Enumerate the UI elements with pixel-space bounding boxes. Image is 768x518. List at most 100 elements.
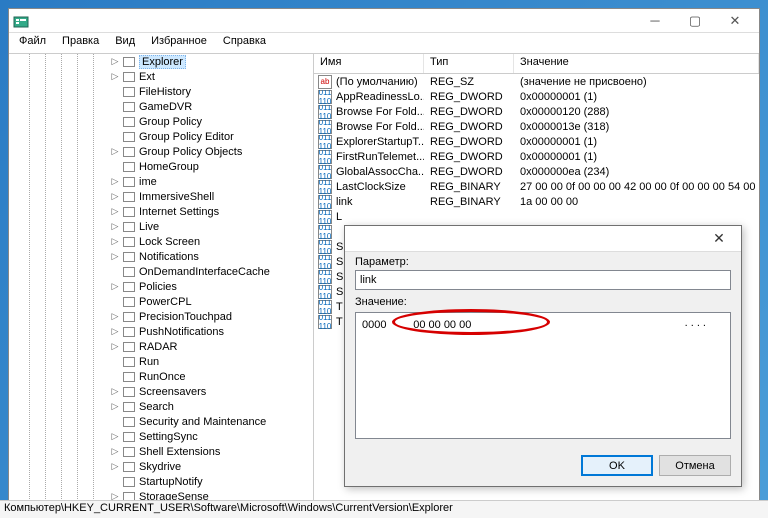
col-header-type[interactable]: Тип <box>424 54 514 73</box>
tree-item-label: Notifications <box>139 251 199 263</box>
list-row[interactable]: 011110AppReadinessLo...REG_DWORD0x000000… <box>314 89 759 104</box>
tree-item[interactable]: ▷Shell Extensions <box>9 444 313 459</box>
chevron-right-icon[interactable]: ▷ <box>109 221 121 233</box>
titlebar[interactable]: ─ ▢ ✕ <box>9 9 759 33</box>
chevron-right-icon[interactable]: ▷ <box>109 176 121 188</box>
list-row[interactable]: 011110L <box>314 209 759 224</box>
value-name: ExplorerStartupT... <box>336 136 424 148</box>
list-row[interactable]: 011110linkREG_BINARY1a 00 00 00 <box>314 194 759 209</box>
tree-item[interactable]: ▷SettingSync <box>9 429 313 444</box>
chevron-right-icon[interactable]: ▷ <box>109 251 121 263</box>
chevron-right-icon[interactable]: ▷ <box>109 191 121 203</box>
menu-view[interactable]: Вид <box>107 33 143 53</box>
cancel-button[interactable]: Отмена <box>659 455 731 476</box>
col-header-value[interactable]: Значение <box>514 54 759 73</box>
maximize-button[interactable]: ▢ <box>675 9 715 33</box>
tree-pane[interactable]: ▷Explorer▷ExtFileHistoryGameDVR Group Pol… <box>9 54 314 507</box>
reg-bin-icon: 011110 <box>318 120 332 134</box>
tree-item[interactable]: Group Policy <box>9 114 313 129</box>
ok-button[interactable]: OK <box>581 455 653 476</box>
chevron-right-icon[interactable]: ▷ <box>109 386 121 398</box>
list-row[interactable]: 011110Browse For Fold...REG_DWORD0x00000… <box>314 119 759 134</box>
tree-item[interactable]: ▷RADAR <box>9 339 313 354</box>
tree-item[interactable]: ▷Live <box>9 219 313 234</box>
value-name: link <box>336 196 353 208</box>
list-row[interactable]: 011110Browse For Fold...REG_DWORD0x00000… <box>314 104 759 119</box>
hex-editor[interactable]: 0000 00 00 00 00 . . . . <box>355 312 731 439</box>
chevron-right-icon[interactable]: ▷ <box>109 281 121 293</box>
value-label: Значение: <box>355 296 731 308</box>
minimize-button[interactable]: ─ <box>635 9 675 33</box>
tree-item[interactable]: ▷ Notifications <box>9 249 313 264</box>
tree-item-label: Group Policy <box>139 116 202 128</box>
tree-item[interactable]: ▷Explorer <box>9 54 313 69</box>
chevron-right-icon[interactable]: ▷ <box>109 446 121 458</box>
tree-item[interactable]: GameDVR <box>9 99 313 114</box>
tree-item[interactable]: Group Policy Editor <box>9 129 313 144</box>
param-input[interactable] <box>355 270 731 290</box>
tree-item[interactable]: Run <box>9 354 313 369</box>
chevron-right-icon[interactable]: ▷ <box>109 461 121 473</box>
folder-icon <box>123 312 135 322</box>
tree-item[interactable]: HomeGroup <box>9 159 313 174</box>
dialog-close-button[interactable]: ✕ <box>701 227 737 251</box>
tree-item[interactable]: FileHistory <box>9 84 313 99</box>
tree-item-label: ime <box>139 176 157 188</box>
value-data: (значение не присвоено) <box>514 76 759 88</box>
list-row[interactable]: 011110FirstRunTelemet...REG_DWORD0x00000… <box>314 149 759 164</box>
tree-item[interactable]: ▷Skydrive <box>9 459 313 474</box>
list-row[interactable]: ab(По умолчанию)REG_SZ(значение не присв… <box>314 74 759 89</box>
hex-bytes[interactable]: 00 00 00 00 <box>413 319 471 331</box>
tree-item[interactable]: ▷Policies <box>9 279 313 294</box>
menu-help[interactable]: Справка <box>215 33 274 53</box>
chevron-right-icon[interactable]: ▷ <box>109 311 121 323</box>
value-type: REG_SZ <box>424 76 514 88</box>
tree-item[interactable]: Security and Maintenance <box>9 414 313 429</box>
menu-edit[interactable]: Правка <box>54 33 107 53</box>
tree-item[interactable]: ▷ ime <box>9 174 313 189</box>
menubar: Файл Правка Вид Избранное Справка <box>9 33 759 53</box>
menu-file[interactable]: Файл <box>11 33 54 53</box>
chevron-right-icon[interactable]: ▷ <box>109 431 121 443</box>
value-name: GlobalAssocCha... <box>336 166 424 178</box>
chevron-right-icon[interactable]: ▷ <box>109 341 121 353</box>
tree-item[interactable]: ▷Group Policy Objects <box>9 144 313 159</box>
folder-icon <box>123 477 135 487</box>
tree-item[interactable]: ▷ ImmersiveShell <box>9 189 313 204</box>
regedit-icon <box>13 13 29 29</box>
value-data: 0x00000001 (1) <box>514 91 759 103</box>
folder-icon <box>123 342 135 352</box>
tree-item[interactable]: StartupNotify <box>9 474 313 489</box>
tree-item[interactable]: PowerCPL <box>9 294 313 309</box>
chevron-right-icon[interactable]: ▷ <box>109 146 121 158</box>
chevron-right-icon[interactable]: ▷ <box>109 236 121 248</box>
edit-binary-dialog: ✕ Параметр: Значение: 0000 00 00 00 00 .… <box>344 225 742 487</box>
folder-icon <box>123 432 135 442</box>
col-header-name[interactable]: Имя <box>314 54 424 73</box>
tree-item[interactable]: OnDemandInterfaceCache <box>9 264 313 279</box>
list-row[interactable]: 011110GlobalAssocCha...REG_DWORD0x000000… <box>314 164 759 179</box>
dialog-titlebar[interactable]: ✕ <box>345 226 741 252</box>
close-button[interactable]: ✕ <box>715 9 755 33</box>
chevron-right-icon[interactable]: ▷ <box>109 326 121 338</box>
tree-item[interactable]: ▷PrecisionTouchpad <box>9 309 313 324</box>
menu-favorites[interactable]: Избранное <box>143 33 215 53</box>
tree-item[interactable]: ▷Screensavers <box>9 384 313 399</box>
folder-icon <box>123 447 135 457</box>
tree-item[interactable]: ▷Search <box>9 399 313 414</box>
tree-item[interactable]: RunOnce <box>9 369 313 384</box>
chevron-right-icon[interactable]: ▷ <box>109 206 121 218</box>
tree-item[interactable]: ▷Internet Settings <box>9 204 313 219</box>
chevron-right-icon[interactable]: ▷ <box>109 71 121 83</box>
tree-item[interactable]: ▷Lock Screen <box>9 234 313 249</box>
chevron-right-icon[interactable]: ▷ <box>109 56 121 68</box>
list-row[interactable]: 011110ExplorerStartupT...REG_DWORD0x0000… <box>314 134 759 149</box>
list-header[interactable]: Имя Тип Значение <box>314 54 759 74</box>
folder-icon <box>123 387 135 397</box>
tree-item[interactable]: ▷PushNotifications <box>9 324 313 339</box>
chevron-right-icon[interactable]: ▷ <box>109 401 121 413</box>
value-data: 0x00000120 (288) <box>514 106 759 118</box>
tree-item-label: ImmersiveShell <box>139 191 214 203</box>
tree-item[interactable]: ▷Ext <box>9 69 313 84</box>
list-row[interactable]: 011110LastClockSizeREG_BINARY27 00 00 0f… <box>314 179 759 194</box>
